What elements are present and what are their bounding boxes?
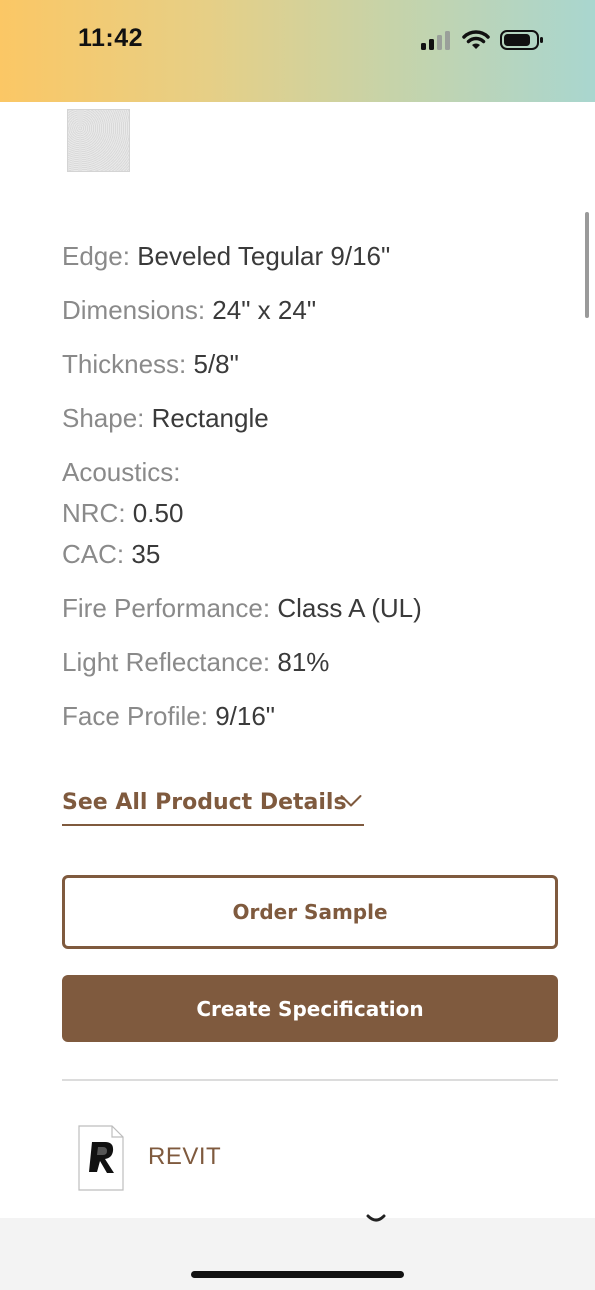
status-time: 11:42 (78, 24, 144, 52)
spec-label: Edge: (62, 241, 130, 271)
spec-label: Shape: (62, 403, 145, 433)
create-specification-button[interactable]: Create Specification (62, 975, 558, 1042)
spec-cac: CAC: 35 (62, 539, 160, 569)
status-bar: 11:42 (0, 0, 595, 102)
bottom-toolbar (0, 1218, 595, 1290)
spec-label: NRC: (62, 498, 126, 528)
order-sample-button[interactable]: Order Sample (62, 875, 558, 949)
partial-content-peek (366, 1214, 386, 1222)
spec-value: Rectangle (151, 403, 269, 433)
spec-shape: Shape: Rectangle (62, 403, 269, 433)
spec-thickness: Thickness: 5/8" (62, 349, 239, 379)
spec-label: Dimensions: (62, 295, 206, 325)
battery-icon (500, 30, 543, 50)
details-link-label: See All Product Details (62, 790, 347, 815)
create-specification-label: Create Specification (196, 996, 424, 1021)
spec-label: Face Profile: (62, 701, 208, 731)
spec-label: Acoustics: (62, 457, 181, 487)
revit-file-icon (78, 1125, 124, 1191)
order-sample-label: Order Sample (232, 900, 388, 924)
divider (62, 1079, 558, 1081)
spec-label: Light Reflectance: (62, 647, 271, 677)
spec-label: Thickness: (62, 349, 187, 379)
scrollbar[interactable] (585, 212, 589, 318)
spec-value: 81% (277, 647, 330, 677)
product-swatch-image (67, 109, 130, 172)
spec-dimensions: Dimensions: 24" x 24" (62, 295, 316, 325)
spec-fire-performance: Fire Performance: Class A (UL) (62, 593, 422, 623)
chevron-down-icon (340, 795, 362, 807)
spec-value: 9/16" (215, 701, 276, 731)
spec-face-profile: Face Profile: 9/16" (62, 701, 275, 731)
spec-label: Fire Performance: (62, 593, 271, 623)
home-indicator[interactable] (191, 1271, 404, 1278)
spec-value: 24" x 24" (212, 295, 317, 325)
spec-value: 35 (131, 539, 161, 569)
spec-label: CAC: (62, 539, 125, 569)
download-item-revit[interactable]: REVIT (78, 1125, 558, 1191)
spec-nrc: NRC: 0.50 (62, 498, 183, 528)
signal-icon (421, 31, 450, 50)
spec-value: Class A (UL) (277, 593, 422, 623)
wifi-icon (462, 30, 490, 49)
spec-value: Beveled Tegular 9/16" (137, 241, 391, 271)
spec-value: 0.50 (132, 498, 184, 528)
revit-label: REVIT (148, 1143, 222, 1170)
see-all-product-details-link[interactable]: See All Product Details (62, 790, 364, 826)
spec-edge: Edge: Beveled Tegular 9/16" (62, 241, 390, 271)
spec-acoustics: Acoustics: (62, 457, 181, 487)
spec-light-reflectance: Light Reflectance: 81% (62, 647, 329, 677)
spec-value: 5/8" (193, 349, 239, 379)
